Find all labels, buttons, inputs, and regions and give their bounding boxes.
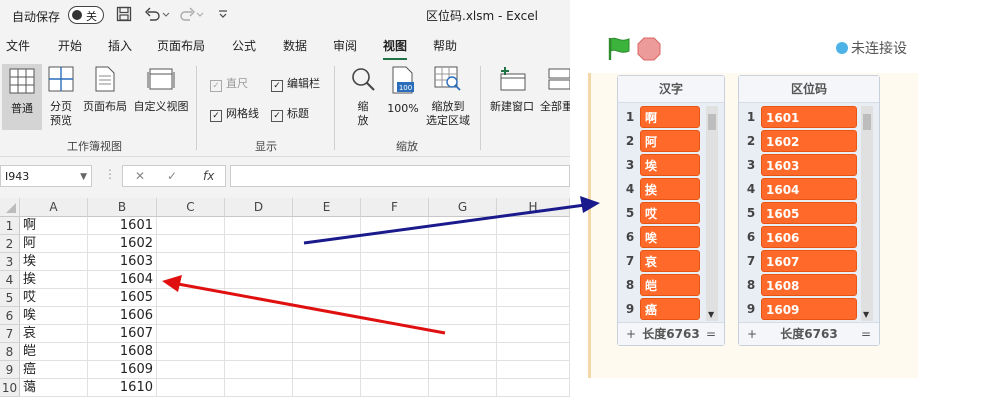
annotation-arrows <box>162 196 600 335</box>
red-arrow-icon <box>162 275 446 335</box>
blue-arrow-icon <box>303 196 600 245</box>
